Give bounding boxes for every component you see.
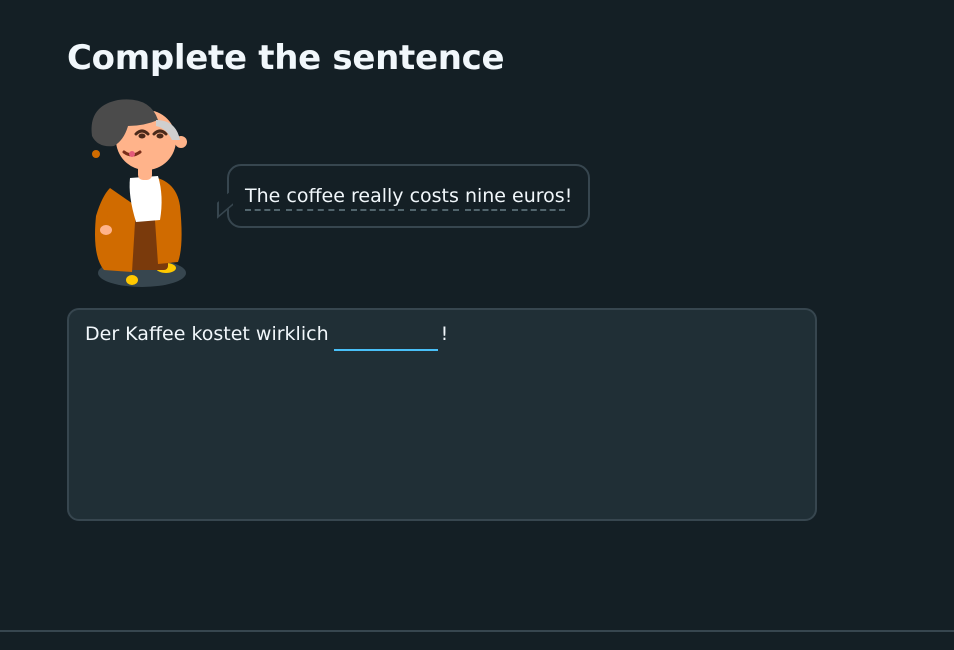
footer-divider xyxy=(0,630,954,632)
speech-bubble-tail xyxy=(217,189,233,219)
character-lily-icon xyxy=(84,96,192,296)
sentence-prefix: Der Kaffee kostet wirklich xyxy=(85,323,329,345)
speech-text: The coffee really costs nine euros! xyxy=(245,183,573,211)
challenge-page: Complete the sentence The coffee really … xyxy=(0,0,954,650)
speech-word[interactable]: The xyxy=(245,185,281,211)
speech-bubble: The coffee really costs nine euros! xyxy=(217,164,591,228)
blank-input[interactable] xyxy=(333,321,438,351)
speech-word[interactable]: euros xyxy=(512,185,565,211)
sentence-suffix: ! xyxy=(440,323,449,345)
speech-word[interactable]: coffee xyxy=(286,185,345,211)
sentence-line: Der Kaffee kostet wirklich ! xyxy=(85,321,799,351)
speech-word[interactable]: really xyxy=(350,185,404,211)
speech-end-punct: ! xyxy=(564,185,573,207)
answer-card: Der Kaffee kostet wirklich ! xyxy=(67,308,817,521)
speech-word[interactable]: nine xyxy=(464,185,506,211)
speech-word[interactable]: costs xyxy=(409,185,459,211)
character-illustration xyxy=(91,99,187,287)
challenge-title: Complete the sentence xyxy=(67,38,505,78)
